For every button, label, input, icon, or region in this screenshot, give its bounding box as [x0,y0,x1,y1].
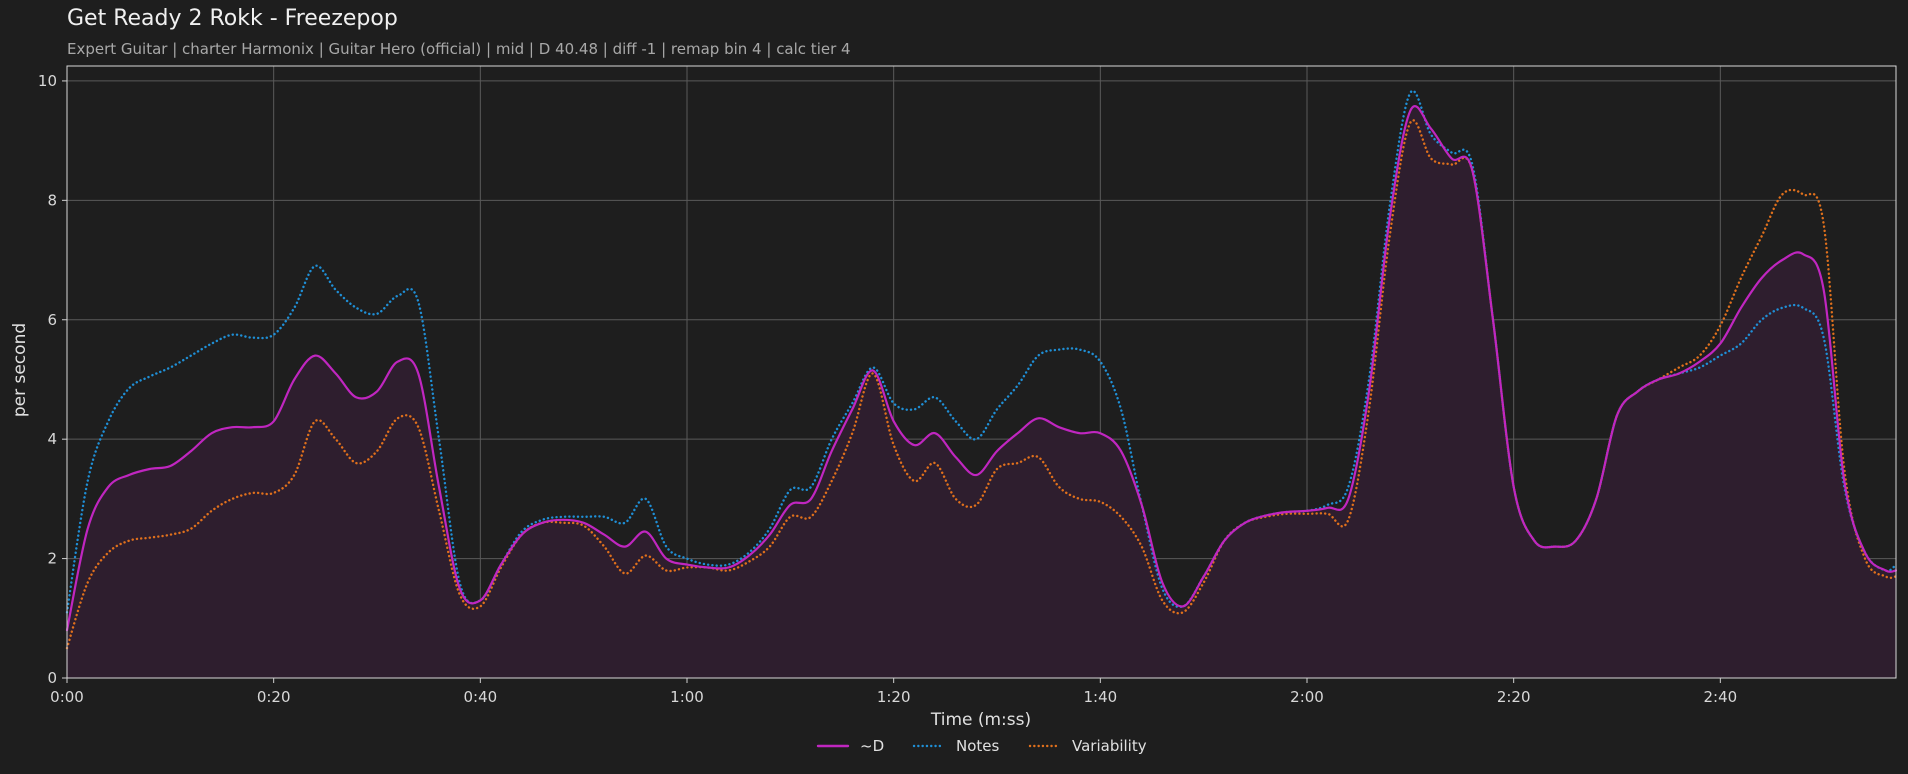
x-axis-label: Time (m:ss) [930,710,1031,730]
x-tick-label: 2:00 [1290,688,1324,706]
legend-label-notes: Notes [956,737,1000,755]
chart-canvas: 0:00 0:20 0:40 1:00 1:20 1:40 2:00 2:20 2:40 0 2 4… [10,65,1898,755]
x-tick-label: 0:40 [463,688,497,706]
legend: ~D Notes Variability [816,737,1147,755]
y-axis-ticks: 0 2 4 6 8 10 [38,72,67,687]
x-tick-label: 1:20 [877,688,911,706]
x-tick-label: 0:00 [50,688,84,706]
y-tick-label: 2 [47,550,57,568]
y-tick-label: 4 [47,430,57,448]
x-tick-label: 2:40 [1703,688,1737,706]
y-tick-label: 8 [47,191,57,209]
y-axis-label: per second [10,323,30,417]
x-tick-label: 1:00 [670,688,704,706]
x-tick-label: 0:20 [257,688,291,706]
x-axis-ticks: 0:00 0:20 0:40 1:00 1:20 1:40 2:00 2:20 2:40 [50,678,1737,706]
y-tick-label: 6 [47,311,57,329]
y-tick-label: 0 [47,669,57,687]
x-tick-label: 1:40 [1083,688,1117,706]
legend-label-d: ~D [860,737,884,755]
x-tick-label: 2:20 [1497,688,1531,706]
legend-label-variability: Variability [1072,737,1147,755]
y-tick-label: 10 [38,72,57,90]
